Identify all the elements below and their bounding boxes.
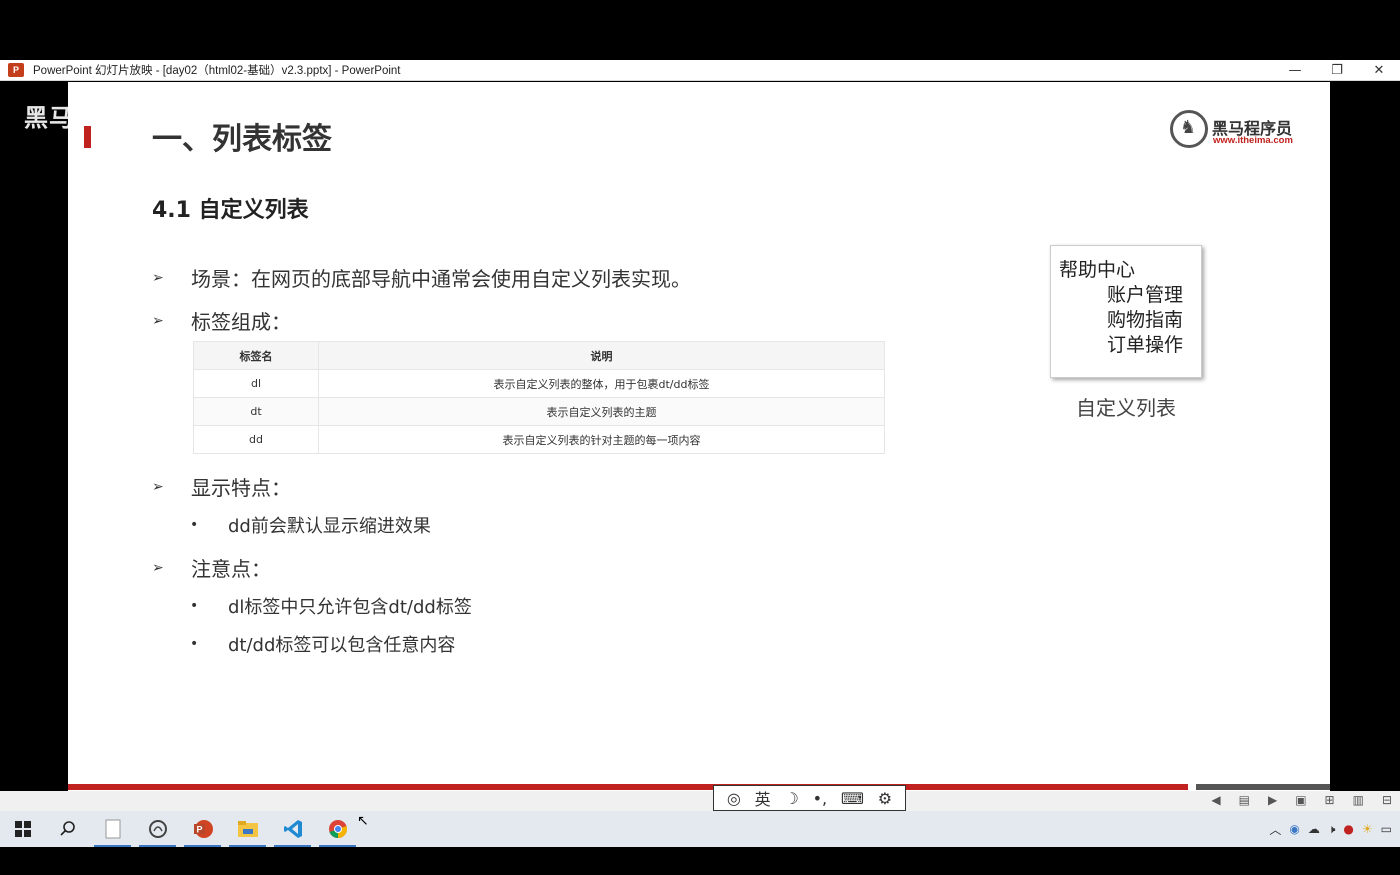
windows-taskbar: P (0, 811, 1400, 847)
sub-bullet-text: dd前会默认显示缩进效果 (228, 516, 431, 537)
next-slide-icon[interactable]: ▶ (1268, 793, 1277, 809)
table-cell: 表示自定义列表的整体，用于包裹dt/dd标签 (318, 369, 885, 398)
table-cell: dt (193, 397, 319, 426)
weather-icon[interactable]: ☀ (1362, 822, 1373, 836)
ime-logo-icon[interactable]: ◎ (727, 789, 741, 808)
table-row: dd 表示自定义列表的针对主题的每一项内容 (193, 425, 885, 454)
gear-icon[interactable]: ⚙ (878, 789, 892, 808)
previous-slide-icon[interactable]: ◀ (1211, 793, 1220, 809)
table-row: dl 表示自定义列表的整体，用于包裹dt/dd标签 (193, 369, 885, 398)
example-dt: 帮助中心 (1059, 259, 1136, 281)
powerpoint-app-icon: P (8, 63, 24, 77)
arrow-bullet-icon: ➢ (152, 269, 164, 286)
arrow-bullet-icon: ➢ (152, 559, 164, 576)
normal-view-icon[interactable]: ▣ (1295, 793, 1306, 809)
sub-bullet-note-1: • dl标签中只允许包含dt/dd标签 (190, 593, 472, 619)
slide-progress-bar (68, 784, 1188, 790)
table-header: 标签名 (193, 341, 319, 370)
window-title: PowerPoint 幻灯片放映 - [day02（html02-基础）v2.3… (33, 65, 401, 77)
table-header-row: 标签名 说明 (193, 341, 885, 370)
logo-url: www.itheima.com (1213, 135, 1293, 146)
vscode-icon[interactable] (270, 811, 315, 847)
screen: P PowerPoint 幻灯片放映 - [day02（html02-基础）v2… (0, 0, 1400, 875)
search-icon[interactable] (45, 811, 90, 847)
file-icon[interactable] (90, 811, 135, 847)
tag-table: 标签名 说明 dl 表示自定义列表的整体，用于包裹dt/dd标签 dt 表示自定… (193, 341, 885, 454)
app-tray-icon[interactable]: ● (1343, 822, 1353, 836)
sub-bullet-note-2: • dt/dd标签可以包含任意内容 (190, 631, 455, 657)
mouse-cursor: ↖ (357, 813, 369, 829)
example-dd: 购物指南 (1107, 309, 1184, 331)
ime-tray-icon[interactable]: ◉ (1289, 822, 1299, 836)
reading-view-icon[interactable]: ▥ (1353, 793, 1364, 809)
bottom-letterbox (0, 847, 1400, 875)
start-icon[interactable] (0, 811, 45, 847)
sub-bullet-text: dl标签中只允许包含dt/dd标签 (228, 597, 472, 618)
notification-icon[interactable]: ▭ (1381, 822, 1392, 836)
title-accent-bar (84, 126, 91, 148)
example-dd: 订单操作 (1107, 334, 1184, 356)
dot-bullet-icon: • (190, 517, 199, 533)
bullet-text: 场景：在网页的底部导航中通常会使用自定义列表实现。 (191, 267, 691, 291)
bullet-scene: ➢ 场景：在网页的底部导航中通常会使用自定义列表实现。 (152, 263, 691, 292)
powerpoint-icon[interactable]: P (180, 811, 225, 847)
table-row: dt 表示自定义列表的主题 (193, 397, 885, 426)
system-tray: ︿ ◉ ☁ 🕨 ● ☀ ▭ (1269, 811, 1392, 847)
table-cell: dl (193, 369, 319, 398)
ime-toolbar[interactable]: ◎ 英 ☽ •, ⌨ ⚙ (713, 785, 906, 811)
slideshow-icon[interactable]: ⊟ (1382, 793, 1392, 809)
example-caption: 自定义列表 (1076, 396, 1176, 420)
slide-progress-remaining (1196, 784, 1330, 790)
volume-muted-icon[interactable]: 🕨 (1328, 822, 1336, 837)
cloud-icon[interactable]: ☁ (1308, 822, 1320, 836)
table-header: 说明 (318, 341, 885, 370)
bullet-text: 注意点： (191, 557, 271, 581)
close-button[interactable]: ✕ (1358, 60, 1400, 81)
example-definition-list: 帮助中心 账户管理 购物指南 订单操作 (1050, 245, 1202, 378)
svg-text:P: P (196, 825, 202, 835)
keyboard-icon[interactable]: ⌨ (841, 789, 864, 808)
bullet-text: 显示特点： (191, 476, 291, 500)
bullet-notes: ➢ 注意点： (152, 553, 271, 582)
example-dd: 账户管理 (1107, 284, 1184, 306)
status-bar (0, 791, 1400, 811)
bullet-display: ➢ 显示特点： (152, 472, 291, 501)
bullet-text: 标签组成： (191, 310, 291, 334)
dot-bullet-icon: • (190, 636, 199, 652)
notes-icon[interactable]: ▤ (1239, 793, 1250, 809)
dot-bullet-icon: • (190, 598, 199, 614)
slide-title: 一、列表标签 (152, 122, 332, 157)
horse-icon: ♞ (1180, 117, 1197, 138)
slideshow-controls: ◀ ▤ ▶ ▣ ⊞ ▥ ⊟ (1211, 793, 1392, 809)
file-explorer-icon[interactable] (225, 811, 270, 847)
arrow-bullet-icon: ➢ (152, 312, 164, 329)
table-cell: dd (193, 425, 319, 454)
watermark-text: 黑马 (24, 104, 74, 132)
itheima-logo: ♞ 黑马程序员 www.itheima.com (1170, 110, 1310, 150)
arrow-bullet-icon: ➢ (152, 478, 164, 495)
chrome-icon[interactable] (315, 811, 360, 847)
ime-language-toggle[interactable]: 英 (755, 786, 771, 810)
chevron-up-icon[interactable]: ︿ (1269, 821, 1281, 838)
section-subtitle: 4.1 自定义列表 (152, 198, 309, 223)
circle-app-icon[interactable] (135, 811, 180, 847)
minimize-button[interactable]: — (1274, 60, 1316, 81)
sub-bullet-text: dt/dd标签可以包含任意内容 (228, 635, 456, 656)
punctuation-icon[interactable]: •, (813, 789, 828, 808)
table-cell: 表示自定义列表的主题 (318, 397, 885, 426)
window-titlebar: P PowerPoint 幻灯片放映 - [day02（html02-基础）v2… (0, 60, 1400, 81)
table-cell: 表示自定义列表的针对主题的每一项内容 (318, 425, 885, 454)
sub-bullet-display: • dd前会默认显示缩进效果 (190, 512, 431, 538)
moon-icon[interactable]: ☽ (784, 789, 798, 808)
bullet-composition: ➢ 标签组成： (152, 306, 291, 335)
restore-button[interactable]: ❐ (1316, 60, 1358, 81)
slide-canvas[interactable]: 一、列表标签 ♞ 黑马程序员 www.itheima.com 4.1 自定义列表… (68, 82, 1330, 791)
slide-sorter-icon[interactable]: ⊞ (1325, 793, 1335, 809)
